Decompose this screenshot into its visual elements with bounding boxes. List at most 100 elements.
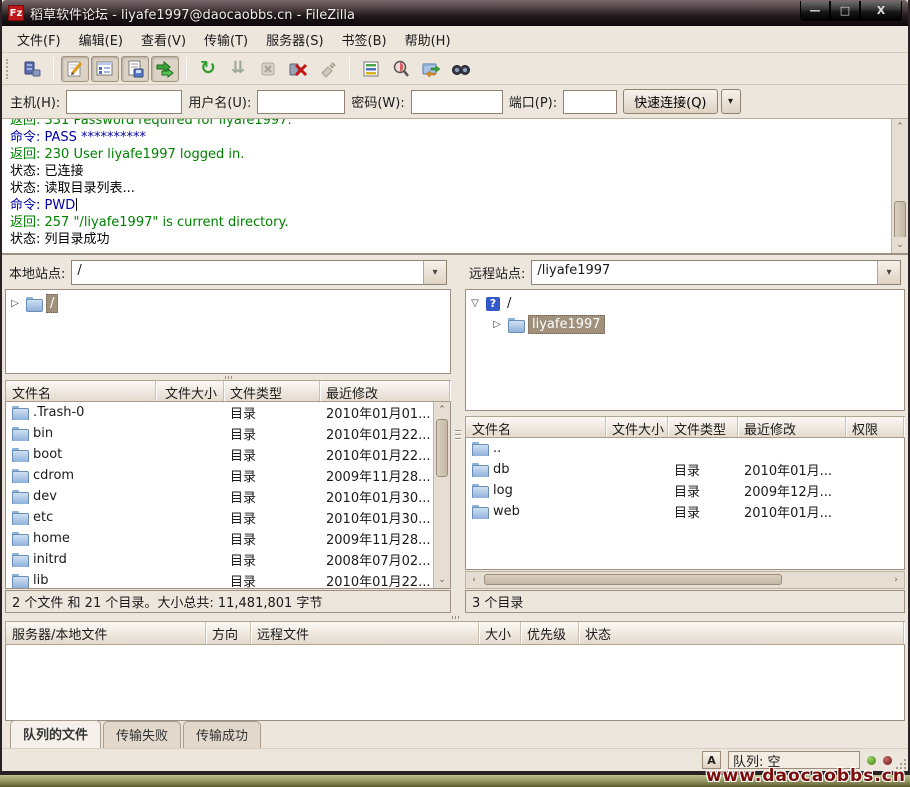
scroll-down-icon[interactable]: ⌄ xyxy=(892,237,908,253)
remote-hscroll-thumb[interactable] xyxy=(484,574,782,585)
toolbar-grip[interactable] xyxy=(6,59,12,79)
menu-item[interactable]: 书签(B) xyxy=(333,26,396,53)
combo-arrow-icon[interactable]: ▾ xyxy=(877,261,900,284)
queue-column-server-local[interactable]: 服务器/本地文件 xyxy=(6,622,206,644)
log-scrollbar[interactable]: ⌃ ⌄ xyxy=(891,119,908,253)
local-list-header: 文件名 文件大小 文件类型 最近修改 xyxy=(5,380,451,402)
quickconnect-button[interactable]: 快速连接(Q) xyxy=(623,89,717,114)
compare-button[interactable] xyxy=(387,56,415,82)
scroll-up-icon[interactable]: ⌃ xyxy=(434,402,450,418)
expander-icon[interactable]: ▷ xyxy=(490,319,504,330)
local-tree-root[interactable]: / xyxy=(46,294,58,313)
local-tree[interactable]: ▷ / xyxy=(5,289,451,374)
queue-column-direction[interactable]: 方向 xyxy=(206,622,251,644)
table-row[interactable]: .Trash-0 目录 2010年01月01... xyxy=(6,402,433,423)
column-header-perms[interactable]: 权限 xyxy=(846,417,904,437)
column-header-modified[interactable]: 最近修改 xyxy=(320,381,450,401)
site-manager-button[interactable] xyxy=(18,56,46,82)
column-header-size[interactable]: 文件大小 xyxy=(156,381,224,401)
toggle-queue-button[interactable] xyxy=(151,56,179,82)
table-row[interactable]: log 目录 2009年12月... xyxy=(466,480,904,501)
local-list-scrollbar[interactable]: ⌃ ⌄ xyxy=(433,402,450,588)
close-button[interactable]: X xyxy=(860,1,902,21)
menu-item[interactable]: 文件(F) xyxy=(8,26,70,53)
expander-icon[interactable]: ▽ xyxy=(468,298,482,309)
scroll-right-icon[interactable]: › xyxy=(888,572,904,588)
remote-file-list[interactable]: .. db 目录 2010年01月... log 目录 xyxy=(465,438,905,570)
menu-item[interactable]: 查看(V) xyxy=(132,26,195,53)
sync-browse-button[interactable] xyxy=(417,56,445,82)
queue-splitter[interactable] xyxy=(2,613,908,621)
remote-tree-child[interactable]: liyafe1997 xyxy=(528,315,605,334)
remote-tree-item[interactable]: ▽ ? / xyxy=(468,293,902,314)
remote-tree-item[interactable]: ▷ liyafe1997 xyxy=(468,314,902,335)
column-header-modified[interactable]: 最近修改 xyxy=(738,417,846,437)
local-path-combo[interactable]: / ▾ xyxy=(71,260,447,285)
column-header-type[interactable]: 文件类型 xyxy=(224,381,320,401)
queue-tab[interactable]: 传输成功 xyxy=(183,721,261,748)
column-header-size[interactable]: 文件大小 xyxy=(606,417,668,437)
table-row[interactable]: db 目录 2010年01月... xyxy=(466,459,904,480)
table-row[interactable]: etc 目录 2010年01月30... xyxy=(6,507,433,528)
titlebar[interactable]: Fz 稻草软件论坛 - liyafe1997@daocaobbs.cn - Fi… xyxy=(2,0,908,26)
pane-splitter[interactable] xyxy=(454,255,462,613)
queue-list[interactable] xyxy=(5,645,905,721)
cancel-button[interactable] xyxy=(254,56,282,82)
toggle-log-button[interactable] xyxy=(61,56,89,82)
host-input[interactable] xyxy=(66,90,182,114)
column-header-name[interactable]: 文件名 xyxy=(466,417,606,437)
process-queue-button[interactable]: ⇊ xyxy=(224,56,252,82)
queue-tab[interactable]: 传输失败 xyxy=(103,721,181,748)
menu-item[interactable]: 编辑(E) xyxy=(70,26,132,53)
queue-column-status[interactable]: 状态 xyxy=(579,622,904,644)
local-file-list[interactable]: .Trash-0 目录 2010年01月01... bin 目录 2010年01… xyxy=(5,402,451,589)
queue-column-priority[interactable]: 优先级 xyxy=(521,622,579,644)
table-row[interactable]: initrd 目录 2008年07月02... xyxy=(6,549,433,570)
table-row[interactable]: boot 目录 2010年01月22... xyxy=(6,444,433,465)
host-label: 主机(H): xyxy=(10,92,60,111)
table-row[interactable]: .. xyxy=(466,438,904,459)
reconnect-button[interactable] xyxy=(314,56,342,82)
queue-tab[interactable]: 队列的文件 xyxy=(10,720,101,748)
scroll-down-icon[interactable]: ⌄ xyxy=(434,572,450,588)
toggle-listing-button[interactable] xyxy=(121,56,149,82)
refresh-button[interactable]: ↻ xyxy=(194,56,222,82)
quickconnect-dropdown-button[interactable]: ▾ xyxy=(721,89,741,114)
remote-tree-root[interactable]: / xyxy=(504,295,514,312)
message-log[interactable]: 返回: 331 Password required for liyafe1997… xyxy=(2,119,908,255)
expander-icon[interactable]: ▷ xyxy=(8,298,22,309)
find-button[interactable] xyxy=(447,56,475,82)
table-row[interactable]: home 目录 2009年11月28... xyxy=(6,528,433,549)
scroll-up-icon[interactable]: ⌃ xyxy=(892,119,908,135)
username-input[interactable] xyxy=(257,90,345,114)
menu-item[interactable]: 服务器(S) xyxy=(257,26,332,53)
local-tree-item[interactable]: ▷ / xyxy=(8,293,448,314)
toggle-tree-button[interactable] xyxy=(91,56,119,82)
table-row[interactable]: bin 目录 2010年01月22... xyxy=(6,423,433,444)
remote-hscrollbar[interactable]: ‹ › xyxy=(465,571,905,589)
remote-tree[interactable]: ▽ ? / ▷ liyafe1997 xyxy=(465,289,905,411)
local-scroll-thumb[interactable] xyxy=(436,419,448,477)
local-path-value[interactable]: / xyxy=(72,261,423,284)
table-row[interactable]: lib 目录 2010年01月22... xyxy=(6,570,433,588)
queue-column-size[interactable]: 大小 xyxy=(479,622,521,644)
combo-arrow-icon[interactable]: ▾ xyxy=(423,261,446,284)
filter-button[interactable] xyxy=(357,56,385,82)
log-scroll-thumb[interactable] xyxy=(894,201,906,239)
port-input[interactable] xyxy=(563,90,617,114)
remote-path-value[interactable]: /liyafe1997 xyxy=(532,261,877,284)
maximize-button[interactable]: □ xyxy=(830,1,860,21)
column-header-type[interactable]: 文件类型 xyxy=(668,417,738,437)
minimize-button[interactable]: — xyxy=(800,1,830,21)
table-row[interactable]: cdrom 目录 2009年11月28... xyxy=(6,465,433,486)
table-row[interactable]: dev 目录 2010年01月30... xyxy=(6,486,433,507)
disconnect-button[interactable] xyxy=(284,56,312,82)
queue-column-remote-file[interactable]: 远程文件 xyxy=(251,622,479,644)
column-header-name[interactable]: 文件名 xyxy=(6,381,156,401)
menu-item[interactable]: 帮助(H) xyxy=(396,26,460,53)
password-input[interactable] xyxy=(411,90,503,114)
menu-item[interactable]: 传输(T) xyxy=(195,26,257,53)
scroll-left-icon[interactable]: ‹ xyxy=(466,572,482,588)
remote-path-combo[interactable]: /liyafe1997 ▾ xyxy=(531,260,901,285)
table-row[interactable]: web 目录 2010年01月... xyxy=(466,501,904,522)
